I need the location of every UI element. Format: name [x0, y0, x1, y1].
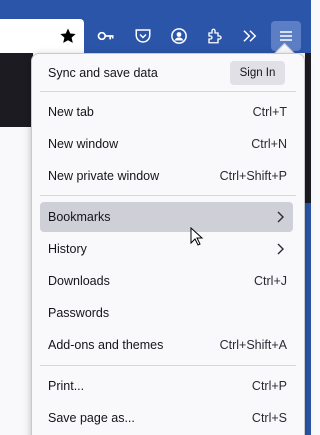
app-menu-panel: Sync and save data Sign In New tab Ctrl+…: [31, 53, 305, 435]
page-background-right: [305, 53, 311, 203]
chevron-right-icon: [276, 211, 286, 226]
account-icon[interactable]: [164, 21, 194, 51]
menu-item-shortcut: Ctrl+Shift+A: [219, 338, 287, 352]
menu-item-shortcut: Ctrl+N: [251, 137, 287, 151]
extensions-icon[interactable]: [200, 21, 230, 51]
separator: [40, 91, 296, 92]
menu-item-label: Passwords: [48, 306, 110, 320]
menu-item-label: Print...: [48, 379, 85, 393]
chevron-right-icon: [276, 243, 286, 258]
menu-item-new-private-window[interactable]: New private window Ctrl+Shift+P: [40, 161, 293, 191]
browser-toolbar: [0, 0, 311, 53]
star-icon[interactable]: [53, 21, 83, 51]
pocket-icon[interactable]: [128, 21, 158, 51]
mouse-cursor-icon: [190, 226, 204, 252]
menu-item-downloads[interactable]: Downloads Ctrl+J: [40, 266, 293, 296]
separator: [40, 365, 296, 366]
menu-item-shortcut: Ctrl+S: [251, 411, 287, 425]
menu-item-label: Downloads: [48, 274, 110, 288]
overflow-chevrons-icon[interactable]: [235, 21, 265, 51]
menu-item-new-tab[interactable]: New tab Ctrl+T: [40, 97, 293, 127]
page-scrollbar: [305, 203, 311, 435]
page-background: [0, 53, 33, 127]
separator: [40, 195, 296, 196]
menu-item-label: New window: [48, 137, 119, 151]
menu-item-label: History: [48, 242, 87, 256]
sync-label: Sync and save data: [48, 66, 158, 80]
menu-item-label: New tab: [48, 105, 94, 119]
menu-item-save-page-as[interactable]: Save page as... Ctrl+S: [40, 403, 293, 433]
menu-item-label: Bookmarks: [48, 210, 111, 224]
menu-item-label: Save page as...: [48, 411, 135, 425]
menu-item-passwords[interactable]: Passwords: [40, 298, 293, 328]
menu-item-shortcut: Ctrl+J: [254, 274, 287, 288]
key-icon[interactable]: [91, 21, 121, 51]
menu-item-shortcut: Ctrl+Shift+P: [219, 169, 287, 183]
sync-row: Sync and save data Sign In: [32, 54, 304, 92]
menu-item-label: Add-ons and themes: [48, 338, 164, 352]
menu-item-bookmarks[interactable]: Bookmarks: [40, 202, 293, 232]
sign-in-button[interactable]: Sign In: [230, 61, 285, 85]
menu-item-shortcut: Ctrl+T: [252, 105, 287, 119]
menu-item-label: New private window: [48, 169, 160, 183]
menu-item-print[interactable]: Print... Ctrl+P: [40, 371, 293, 401]
menu-item-new-window[interactable]: New window Ctrl+N: [40, 129, 293, 159]
menu-item-history[interactable]: History: [40, 234, 293, 264]
menu-item-addons-themes[interactable]: Add-ons and themes Ctrl+Shift+A: [40, 330, 293, 360]
menu-item-shortcut: Ctrl+P: [251, 379, 287, 393]
